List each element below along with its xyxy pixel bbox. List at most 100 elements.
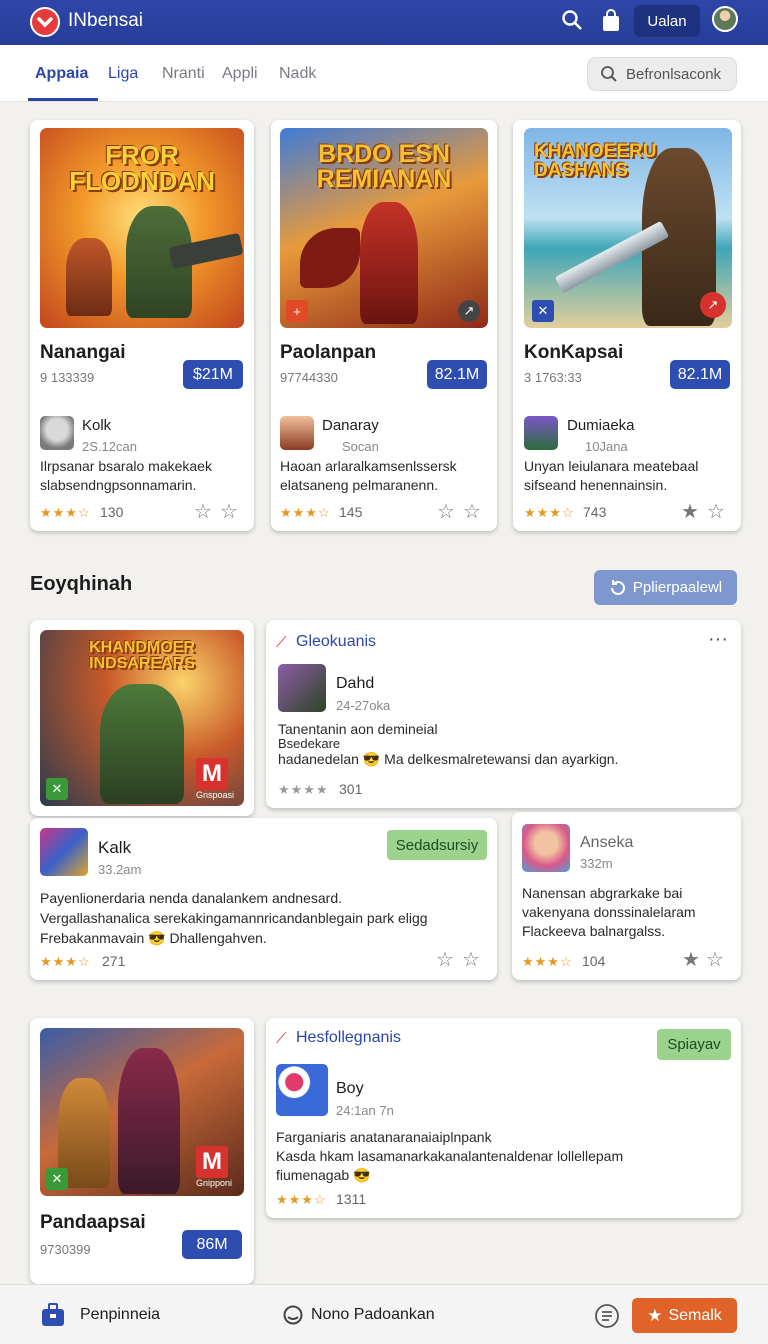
game-art: KHANOEERU DASHANS ✕ ↗: [524, 128, 732, 328]
rating-count: 1311: [336, 1191, 367, 1207]
circle-icon[interactable]: [282, 1304, 304, 1331]
tab-liga[interactable]: Liga: [108, 65, 138, 83]
category-icon: ⟋: [276, 1030, 287, 1047]
author-name: Dahd: [336, 675, 375, 692]
game-art-card[interactable]: KHANDMOER INDSAREARS ✕ M Gnspoasi: [30, 620, 254, 816]
game-description: Unyan leiulanara meatebaal sifseand henen…: [524, 458, 699, 493]
search-label: Befronlsaconk: [626, 65, 722, 83]
author-meta: 332m: [580, 856, 613, 871]
tab-appaia[interactable]: Appaia: [35, 65, 88, 83]
app-logo[interactable]: [30, 7, 60, 37]
post-text: Tanentanin aon demineial Bsedekare hadaned…: [278, 721, 619, 767]
game-card[interactable]: ✕ M Gnipponi Pandaapsai 9730399 86M: [30, 1018, 254, 1284]
star-outline-icon[interactable]: ★: [682, 947, 700, 972]
game-subtitle: 97744330: [280, 370, 338, 385]
post-card[interactable]: Anseka 332m Nanensan abgrarkake bai vaken…: [512, 812, 741, 980]
tab-nadk[interactable]: Nadk: [279, 65, 316, 83]
section-title: Eoyqhinah: [30, 573, 133, 595]
publisher-meta: Socan: [342, 439, 379, 454]
art-title: REMIANAN: [316, 165, 452, 193]
cross-icon: ✕: [532, 300, 554, 322]
art-title: FLODNDAN: [69, 166, 215, 196]
status-tag[interactable]: Spiayav: [657, 1029, 731, 1060]
tab-appli[interactable]: Appli: [222, 65, 258, 83]
star-rating: ★★★☆: [524, 505, 575, 520]
author-avatar: [40, 828, 88, 876]
star-rating: ★★★☆: [276, 1192, 327, 1207]
badge-icon: ↗: [700, 292, 726, 318]
art-title: KHANOEERU: [534, 141, 657, 162]
post-text: Farganiaris anatanaranaiaiplnpank Kasda h…: [276, 1129, 624, 1183]
star-rating: ★★★☆: [522, 954, 573, 969]
publisher-name: Kolk: [82, 417, 112, 434]
active-tab-indicator: [28, 98, 98, 101]
refresh-icon: [610, 579, 625, 595]
tab-nranti[interactable]: Nranti: [162, 65, 205, 83]
hero-figure: [66, 238, 112, 316]
bottom-action-label: Semalk: [668, 1306, 722, 1324]
star-outline-icon[interactable]: ☆: [462, 947, 480, 972]
brand-name: INbensai: [68, 10, 143, 31]
author-meta: 24-27oka: [336, 698, 391, 713]
post-text: Nanensan abgrarkake bai vakenyana donssin…: [522, 885, 696, 939]
game-art: KHANDMOER INDSAREARS ✕ M Gnspoasi: [40, 630, 244, 806]
category-icon: ⟋: [276, 634, 287, 651]
star-outline-icon[interactable]: ★: [681, 499, 699, 524]
author-name: Kalk: [98, 838, 132, 857]
author-name: Boy: [336, 1080, 364, 1097]
avatar[interactable]: [712, 6, 738, 32]
featured-card[interactable]: BRDO ESN REMIANAN + ↗ Paolanpan 97744330 …: [271, 120, 497, 531]
search-icon: [601, 66, 617, 82]
star-outline-icon[interactable]: ☆: [463, 499, 481, 524]
game-title: KonKapsai: [524, 342, 624, 363]
author-avatar: [522, 824, 570, 872]
star-outline-icon[interactable]: ☆: [436, 947, 454, 972]
star-outline-icon[interactable]: ☆: [437, 499, 455, 524]
star-rating: ★★★☆: [40, 954, 91, 969]
star-rating: ★★★☆: [40, 505, 91, 520]
game-subtitle: 3 1763:33: [524, 370, 582, 385]
star-rating: ★★★★: [278, 782, 329, 797]
search-button[interactable]: Befronlsaconk: [587, 57, 737, 91]
star-outline-icon[interactable]: ☆: [220, 499, 238, 524]
post-card[interactable]: ⟋ Gleokuanis ··· Dahd 24-27oka Tanentani…: [266, 620, 741, 808]
section-action-button[interactable]: Pplierpaalewl: [594, 570, 737, 605]
price-button[interactable]: 82.1M: [427, 360, 487, 389]
shopping-bag-icon[interactable]: [601, 9, 621, 38]
status-tag[interactable]: Sedadsursiy: [387, 830, 487, 860]
post-text: Payenlionerdaria nenda danalankem andnes…: [40, 890, 428, 946]
more-icon[interactable]: ···: [708, 628, 728, 651]
bottom-action-button[interactable]: ★ Semalk: [632, 1298, 737, 1333]
author-avatar: [278, 664, 326, 712]
post-card[interactable]: Kalk 33.2am Sedadsursiy Payenlionerdaria…: [30, 818, 497, 980]
price-button[interactable]: $21M: [183, 360, 243, 389]
author-avatar: [276, 1064, 328, 1116]
price-button[interactable]: 86M: [182, 1230, 242, 1259]
star-outline-icon[interactable]: ☆: [707, 499, 725, 524]
star-outline-icon[interactable]: ☆: [194, 499, 212, 524]
author-name: Anseka: [580, 834, 634, 851]
hero-figure: [360, 202, 418, 324]
bottom-left-label[interactable]: Penpinneia: [80, 1306, 160, 1324]
publisher-badge: M Gnipponi: [196, 1146, 233, 1188]
bottom-center-label[interactable]: Nono Padoankan: [311, 1306, 435, 1324]
star-outline-icon[interactable]: ☆: [706, 947, 724, 972]
featured-card[interactable]: FROR FLODNDAN Nanangai 9 133339 $21M Kolk…: [30, 120, 254, 531]
featured-card[interactable]: KHANOEERU DASHANS ✕ ↗ KonKapsai 3 1763:33…: [513, 120, 741, 531]
publisher-avatar: [280, 416, 314, 450]
bottom-bar: Penpinneia Nono Padoankan ★ Semalk: [0, 1284, 768, 1344]
rating-count: 743: [583, 504, 607, 520]
search-icon[interactable]: [561, 9, 583, 36]
rating-count: 271: [102, 953, 126, 969]
briefcase-icon[interactable]: [40, 1303, 66, 1332]
publisher-name: Danaray: [322, 417, 379, 434]
list-icon[interactable]: [594, 1303, 620, 1334]
top-bar: INbensai Ualan: [0, 0, 768, 45]
star-icon: ★: [647, 1305, 663, 1325]
publisher-badge: M Gnspoasi: [196, 758, 235, 800]
post-card[interactable]: ⟋ Hesfollegnanis Spiayav Boy 24:1an 7n F…: [266, 1018, 741, 1218]
user-button[interactable]: Ualan: [634, 5, 700, 37]
price-button[interactable]: 82.1M: [670, 360, 730, 389]
game-subtitle: 9730399: [40, 1242, 91, 1257]
author-meta: 24:1an 7n: [336, 1103, 394, 1118]
